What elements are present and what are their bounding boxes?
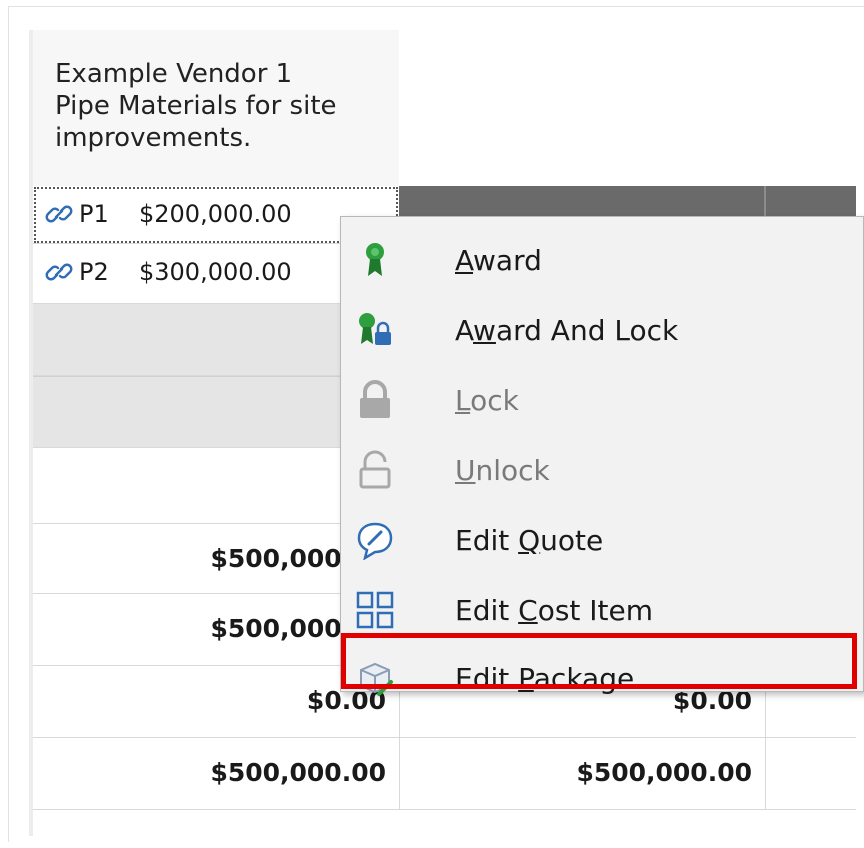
column-separator [765,738,766,809]
quote-id: P1 [79,200,109,228]
menu-item-unlock[interactable]: Unlock [341,435,863,505]
edit-quote-icon [355,520,395,560]
lock-icon [355,380,395,420]
vendor-name: Example Vendor 1 [55,59,293,89]
total-value: $500,000.00 [576,758,752,787]
menu-item-label: Award And Lock [455,313,679,347]
award-lock-icon [355,310,395,350]
quote-amount: $300,000.00 [139,258,292,286]
award-ribbon-icon [355,240,395,280]
menu-item-award-and-lock[interactable]: Award And Lock [341,295,863,365]
unlock-icon [355,450,395,490]
context-menu: Award Award And Lock Lock Unlock Edit Qu… [340,216,864,696]
menu-item-edit-quote[interactable]: Edit Quote [341,505,863,575]
menu-item-edit-package[interactable]: Edit Package [341,643,863,713]
chain-link-icon [45,263,73,281]
vendor-column-header[interactable]: Example Vendor 1 Pipe Materials for site… [33,30,399,186]
total-value: $500,000.00 [210,758,386,787]
menu-item-edit-cost-item[interactable]: Edit Cost Item [341,575,863,645]
chain-link-icon [45,205,73,223]
menu-item-label: Unlock [455,453,550,487]
menu-item-label: Lock [455,383,519,417]
menu-item-award[interactable]: Award [341,225,863,295]
quote-id: P2 [79,258,109,286]
menu-item-label: Edit Package [455,661,635,695]
menu-item-label: Edit Cost Item [455,593,654,627]
vendor-description-line2: improvements. [55,123,252,153]
edit-cost-item-icon [355,590,395,630]
menu-item-label: Edit Quote [455,523,604,557]
total-row: $500,000.00 $500,000.00 [33,738,856,810]
vendor-description-line1: Pipe Materials for site [55,91,337,121]
quote-amount: $200,000.00 [139,200,292,228]
edit-package-icon [355,658,395,698]
menu-item-lock[interactable]: Lock [341,365,863,435]
menu-item-label: Award [455,243,542,277]
column-separator [399,738,400,809]
quote-link-cell[interactable]: P2 $300,000.00 [45,258,292,286]
quote-link-cell[interactable]: P1 $200,000.00 [45,200,292,228]
